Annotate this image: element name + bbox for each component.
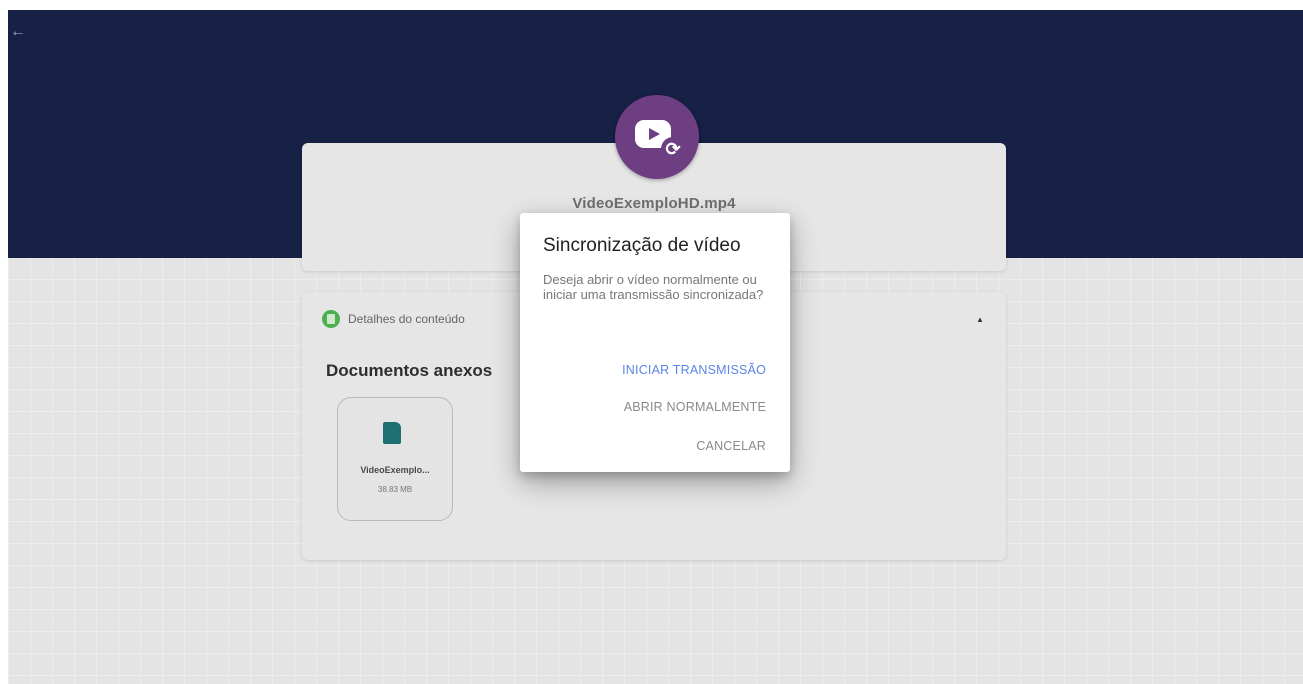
dialog-title: Sincronização de vídeo bbox=[543, 235, 741, 256]
attachment-size: 38.83 MB bbox=[377, 485, 413, 494]
attachment-name: VideoExemplo... bbox=[360, 465, 430, 475]
dialog-message: Deseja abrir o vídeo normalmente ou inic… bbox=[543, 272, 764, 302]
file-name: VideoExemploHD.mp4 bbox=[572, 195, 736, 212]
sync-dialog: Sincronização de vídeo Deseja abrir o ví… bbox=[520, 213, 790, 472]
file-icon bbox=[383, 422, 401, 444]
chevron-up-icon[interactable]: ▲ bbox=[974, 314, 986, 326]
back-button[interactable]: ← bbox=[8, 22, 28, 42]
attachment-card[interactable]: VideoExemplo... 38.83 MB bbox=[337, 397, 453, 521]
arrow-left-icon: ← bbox=[10, 23, 26, 40]
sync-icon: ⟳ bbox=[661, 137, 685, 161]
details-header[interactable]: Detalhes do conteúdo bbox=[322, 309, 465, 329]
attachments-title: Documentos anexos bbox=[326, 361, 493, 380]
start-transmission-button[interactable]: INICIAR TRANSMISSÃO bbox=[622, 363, 766, 377]
open-normally-button[interactable]: ABRIR NORMALMENTE bbox=[624, 400, 766, 414]
video-sync-icon: ⟳ bbox=[615, 95, 699, 179]
cancel-button[interactable]: CANCELAR bbox=[696, 439, 766, 453]
details-label: Detalhes do conteúdo bbox=[348, 312, 465, 326]
document-icon bbox=[322, 310, 340, 328]
